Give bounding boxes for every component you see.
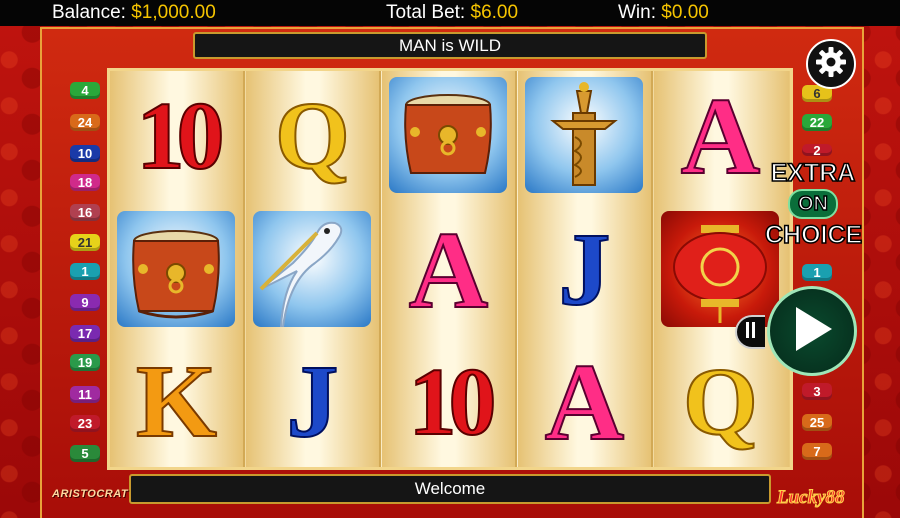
balance-display: Balance: $1,000.00 (52, 2, 216, 24)
symbol-label: A (408, 209, 489, 331)
crane-icon (253, 211, 371, 328)
lantern-icon (661, 211, 779, 327)
spin-button[interactable] (767, 286, 857, 376)
payline-badge[interactable]: 21 (70, 234, 100, 251)
reel-5: A Q (654, 71, 789, 467)
symbol-jack: J (521, 207, 648, 333)
payline-badge[interactable]: 19 (70, 354, 100, 371)
payline-badge[interactable]: 17 (70, 325, 100, 342)
win-value: $0.00 (661, 2, 709, 23)
payline-badge[interactable]: 1 (70, 263, 100, 280)
symbol-drum (385, 73, 512, 199)
symbol-jack: J (249, 339, 376, 465)
win-display: Win: $0.00 (618, 2, 709, 24)
payline-badge[interactable]: 25 (802, 414, 832, 431)
payline-badge[interactable]: 7 (802, 443, 832, 460)
pause-icon (746, 321, 756, 343)
win-label: Win: (618, 2, 656, 23)
symbol-label: 10 (408, 348, 498, 455)
gear-icon (815, 46, 847, 83)
payline-badge[interactable]: 5 (70, 445, 100, 462)
drum-icon (117, 211, 235, 327)
payline-badge[interactable]: 4 (70, 82, 100, 99)
payline-badge[interactable]: 1 (802, 264, 832, 281)
symbol-ace: A (385, 207, 512, 333)
payline-badge[interactable]: 2 (802, 143, 832, 158)
symbol-ten: 10 (385, 339, 512, 465)
payline-badge[interactable]: 16 (70, 204, 100, 221)
symbol-crane (249, 207, 376, 333)
extra-on-choice-button[interactable]: EXTRA ON CHOICE (764, 159, 863, 252)
top-info-bar: Balance: $1,000.00 Total Bet: $6.00 Win:… (0, 0, 900, 26)
total-bet-value: $6.00 (470, 2, 519, 23)
reel-3: A 10 (382, 71, 517, 467)
symbol-label: Q (274, 82, 351, 189)
wild-message-banner: MAN is WILD (193, 32, 707, 59)
reel-2: Q J (246, 71, 381, 467)
settings-button[interactable] (806, 39, 856, 89)
total-bet-label: Total Bet: (386, 2, 466, 23)
payline-badge[interactable]: 9 (70, 294, 100, 311)
symbol-label: K (135, 344, 218, 459)
total-bet-display: Total Bet: $6.00 (386, 2, 518, 24)
reel-4: J A (518, 71, 653, 467)
symbol-queen: Q (249, 73, 376, 199)
payline-badge[interactable]: 22 (802, 114, 832, 131)
symbol-ace: A (521, 339, 648, 465)
symbol-label: A (544, 341, 625, 463)
payline-badge[interactable]: 24 (70, 114, 100, 131)
payline-badge[interactable]: 23 (70, 415, 100, 432)
symbol-label: A (680, 75, 761, 197)
symbol-label: J (286, 344, 340, 459)
symbol-label: 10 (136, 82, 226, 189)
symbol-queen: Q (657, 339, 784, 465)
reel-area: 10 K Q J A 10 J A A Q (107, 68, 793, 470)
reel-1: 10 K (110, 71, 245, 467)
autoplay-button[interactable] (735, 315, 765, 349)
payline-badge[interactable]: 18 (70, 174, 100, 191)
symbol-label: J (558, 212, 612, 327)
extra-label: EXTRA (770, 159, 856, 187)
payline-badge[interactable]: 10 (70, 145, 100, 162)
symbol-king: K (113, 339, 240, 465)
lucky88-logo: Lucky88 (777, 487, 846, 509)
aristocrat-logo: ARISTOCRAT (52, 488, 129, 500)
balance-value: $1,000.00 (131, 2, 216, 23)
payline-badge[interactable]: 11 (70, 386, 100, 403)
extra-choice-label: CHOICE (764, 221, 863, 249)
drum-icon (389, 77, 507, 193)
symbol-drum (113, 207, 240, 333)
status-message-banner: Welcome (129, 474, 771, 504)
symbol-ten: 10 (113, 73, 240, 199)
balance-label: Balance: (52, 2, 126, 23)
pillar-icon (525, 77, 643, 193)
extra-on-label: ON (788, 189, 838, 219)
symbol-pillar (521, 73, 648, 199)
payline-badge[interactable]: 3 (802, 383, 832, 400)
play-icon (790, 305, 834, 358)
symbol-label: Q (682, 348, 759, 455)
